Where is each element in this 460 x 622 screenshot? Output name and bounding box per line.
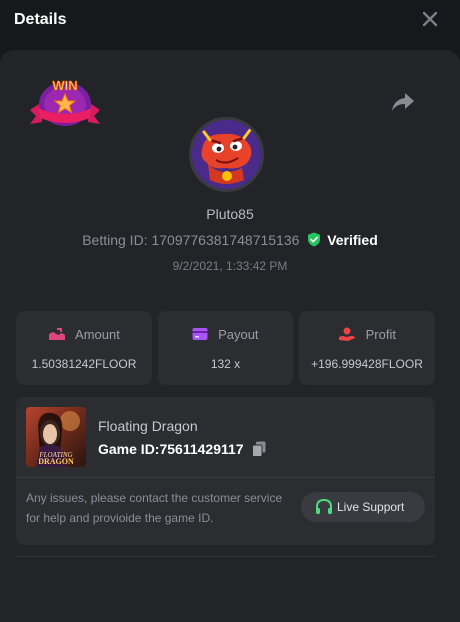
avatar [189, 117, 264, 192]
thumb-text-2: DRAGON [38, 457, 74, 466]
card-divider [16, 477, 435, 478]
game-id-value: 75611429117 [159, 441, 244, 457]
dialog-header: Details [0, 0, 460, 42]
stat-payout-value: 132 x [210, 357, 241, 371]
stat-payout: Payout 132 x [158, 311, 293, 385]
stat-amount-value: 1.50381242FLOOR [31, 357, 137, 371]
stat-amount: Amount 1.50381242FLOOR [16, 311, 152, 385]
dialog-title: Details [14, 11, 67, 28]
game-card: FLOATING DRAGON Floating Dragon Game ID:… [16, 397, 435, 545]
stat-amount-label: Amount [75, 327, 120, 342]
payout-icon [192, 328, 208, 340]
bottom-divider [16, 556, 435, 557]
betting-id-row: Betting ID: 1709776381748715136 Verified [0, 232, 460, 248]
share-icon[interactable] [390, 90, 416, 114]
win-badge-icon: WIN [30, 78, 100, 126]
game-thumbnail[interactable]: FLOATING DRAGON [26, 407, 86, 467]
headset-icon [316, 498, 332, 514]
win-badge-text: WIN [52, 78, 77, 93]
close-icon[interactable] [420, 9, 440, 29]
copy-icon[interactable] [252, 441, 266, 457]
game-id-row: Game ID:75611429117 [98, 441, 244, 457]
username: Pluto85 [206, 206, 254, 222]
amount-icon [49, 328, 66, 340]
profit-icon [339, 327, 356, 341]
betting-id-value: 1709776381748715136 [151, 232, 300, 248]
stat-profit: Profit +196.999428FLOOR [299, 311, 435, 385]
bet-datetime: 9/2/2021, 1:33:42 PM [172, 259, 288, 273]
support-message: Any issues, please contact the customer … [26, 491, 283, 525]
stat-payout-label: Payout [218, 327, 259, 342]
verified-shield-icon [308, 232, 321, 247]
live-support-label: Live Support [337, 500, 405, 514]
game-id-label: Game ID: [98, 441, 160, 457]
stat-profit-value: +196.999428FLOOR [311, 357, 423, 371]
game-name: Floating Dragon [98, 418, 198, 434]
verified-label: Verified [327, 232, 378, 248]
betting-id-label: Betting ID: [82, 232, 148, 248]
live-support-button[interactable]: Live Support [301, 492, 425, 522]
dragon-avatar-icon [192, 120, 261, 189]
game-thumbnail-image: FLOATING DRAGON [26, 407, 86, 467]
stat-profit-label: Profit [365, 327, 396, 342]
